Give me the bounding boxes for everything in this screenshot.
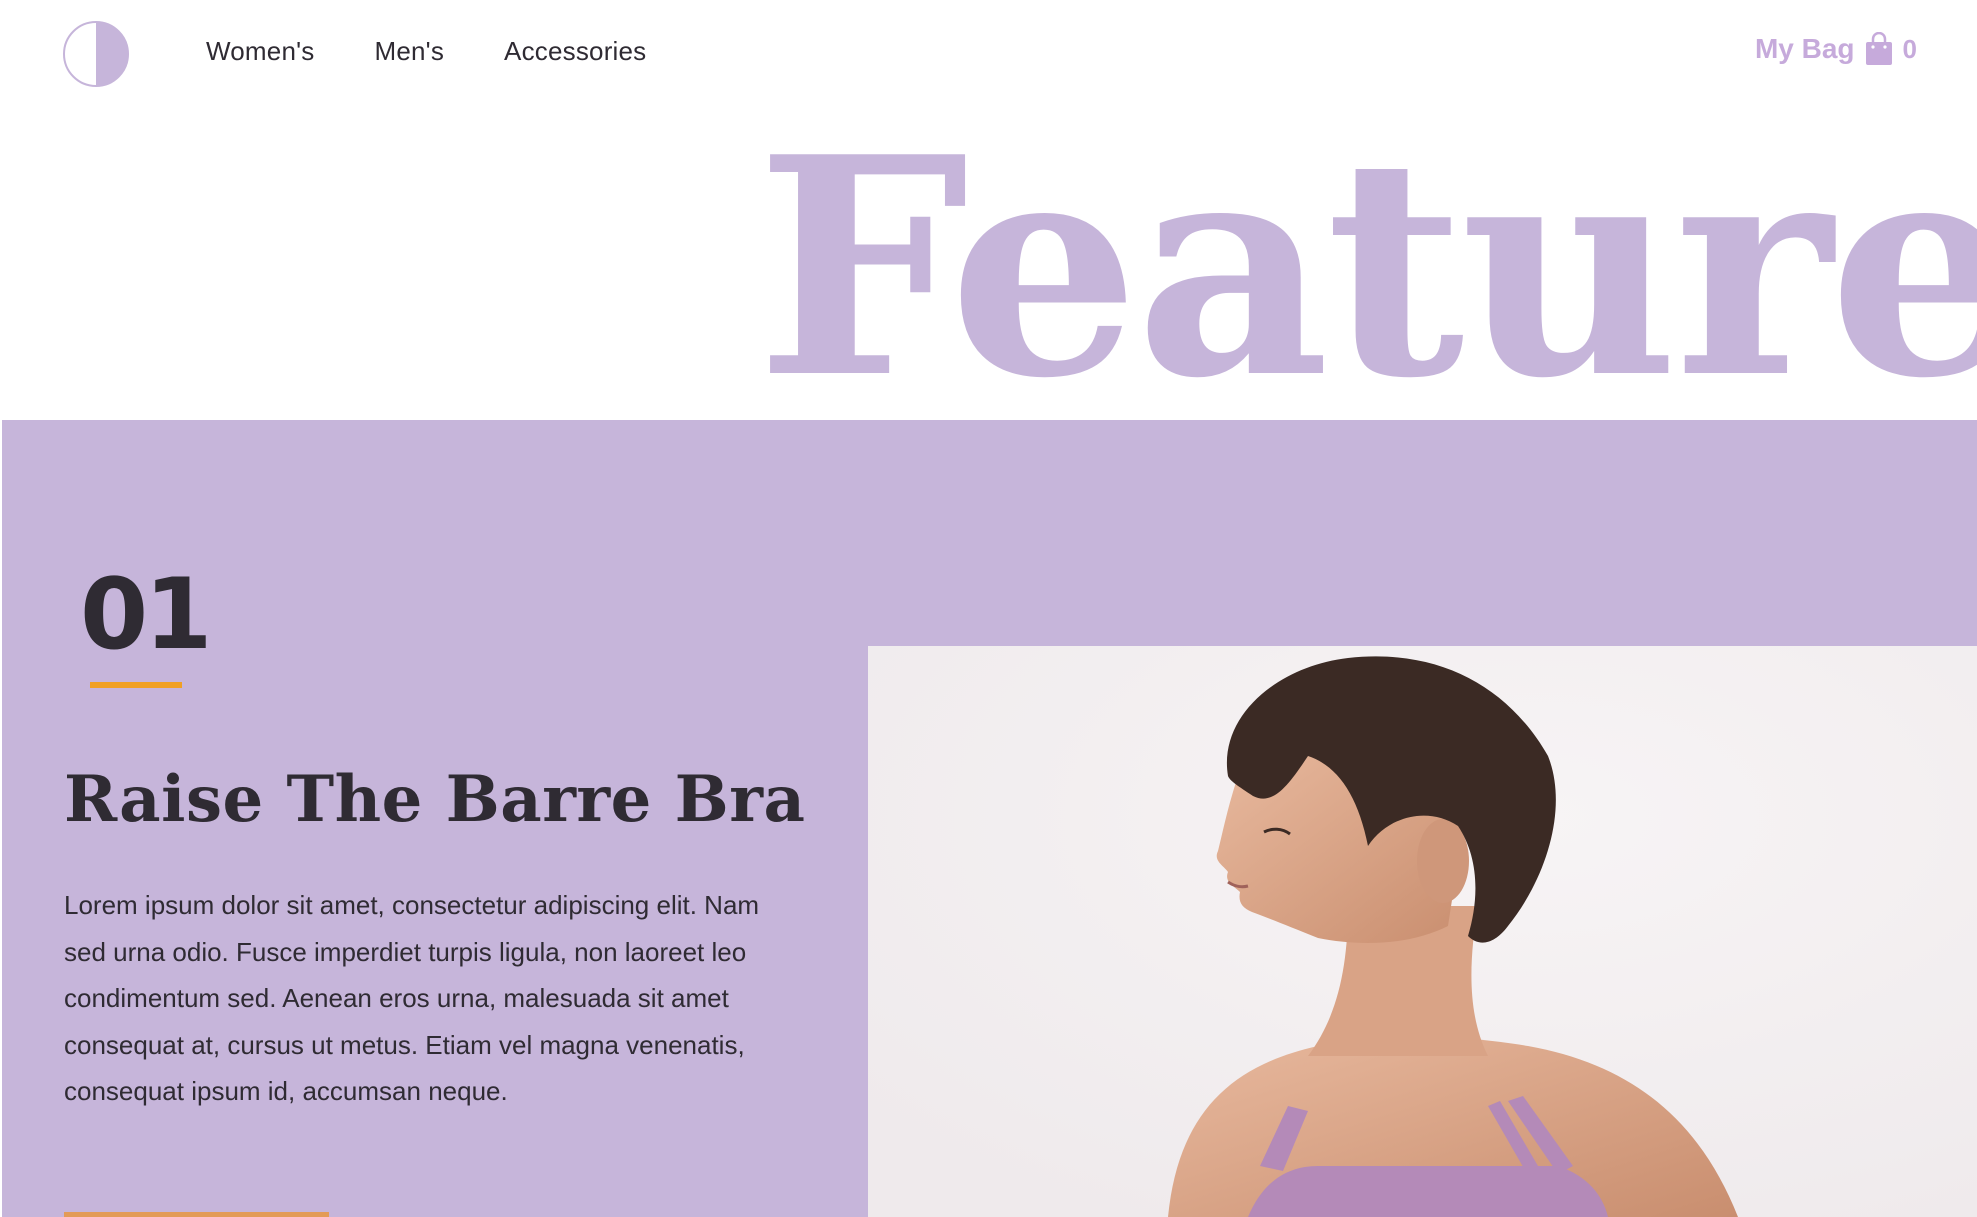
nav-link-mens[interactable]: Men's [374,36,444,67]
product-description: Lorem ipsum dolor sit amet, consectetur … [64,890,760,1106]
nav-link-womens[interactable]: Women's [206,36,314,67]
shop-button-edge[interactable] [64,1212,329,1217]
main-nav: Women's Men's Accessories [206,36,706,67]
hero-heading: Featured [756,91,1977,444]
model-photo-image [868,646,1977,1217]
logo-link[interactable] [62,20,130,88]
half-circle-logo-icon [63,21,129,87]
page: Women's Men's Accessories My Bag 0 Featu… [0,0,1977,1217]
shopping-bag-icon [1865,32,1892,65]
feature-number-underline [90,682,182,688]
feature-number: 01 [80,558,212,672]
bag-label: My Bag [1754,33,1855,64]
bag-count-badge: 0 [1902,33,1917,64]
my-bag-button[interactable]: My Bag 0 [1755,32,1917,66]
product-title: Raise The Barre Bra [64,762,806,837]
nav-link-accessories[interactable]: Accessories [504,36,646,67]
product-photo [868,646,1977,1217]
